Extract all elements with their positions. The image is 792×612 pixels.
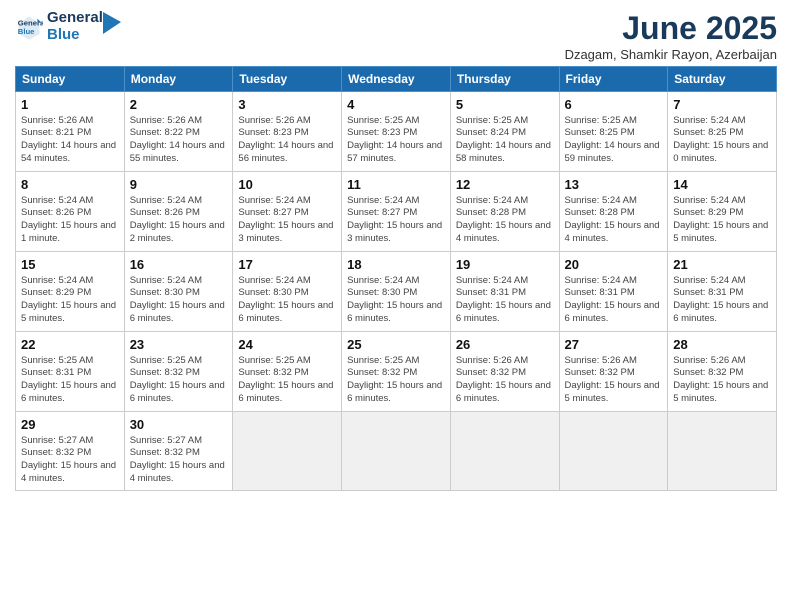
calendar-table: Sunday Monday Tuesday Wednesday Thursday…	[15, 66, 777, 491]
day-1: 1 Sunrise: 5:26 AMSunset: 8:21 PMDayligh…	[16, 92, 125, 172]
table-row: 15 Sunrise: 5:24 AMSunset: 8:29 PMDaylig…	[16, 252, 777, 332]
logo-general: General	[47, 10, 103, 27]
table-row: 22 Sunrise: 5:25 AMSunset: 8:31 PMDaylig…	[16, 332, 777, 412]
day-16: 16 Sunrise: 5:24 AMSunset: 8:30 PMDaylig…	[124, 252, 233, 332]
day-17: 17 Sunrise: 5:24 AMSunset: 8:30 PMDaylig…	[233, 252, 342, 332]
day-22: 22 Sunrise: 5:25 AMSunset: 8:31 PMDaylig…	[16, 332, 125, 412]
day-10: 10 Sunrise: 5:24 AMSunset: 8:27 PMDaylig…	[233, 172, 342, 252]
empty-cell	[668, 412, 777, 491]
empty-cell	[233, 412, 342, 491]
month-title: June 2025	[565, 10, 777, 47]
col-monday: Monday	[124, 67, 233, 92]
empty-cell	[450, 412, 559, 491]
location-subtitle: Dzagam, Shamkir Rayon, Azerbaijan	[565, 47, 777, 62]
day-24: 24 Sunrise: 5:25 AMSunset: 8:32 PMDaylig…	[233, 332, 342, 412]
empty-cell	[559, 412, 668, 491]
day-4: 4 Sunrise: 5:25 AMSunset: 8:23 PMDayligh…	[342, 92, 451, 172]
col-tuesday: Tuesday	[233, 67, 342, 92]
day-14: 14 Sunrise: 5:24 AMSunset: 8:29 PMDaylig…	[668, 172, 777, 252]
svg-text:General: General	[18, 18, 43, 27]
day-7: 7 Sunrise: 5:24 AMSunset: 8:25 PMDayligh…	[668, 92, 777, 172]
empty-cell	[342, 412, 451, 491]
day-8: 8 Sunrise: 5:24 AMSunset: 8:26 PMDayligh…	[16, 172, 125, 252]
col-friday: Friday	[559, 67, 668, 92]
day-21: 21 Sunrise: 5:24 AMSunset: 8:31 PMDaylig…	[668, 252, 777, 332]
svg-text:Blue: Blue	[18, 27, 35, 36]
col-saturday: Saturday	[668, 67, 777, 92]
logo-arrow-icon	[103, 12, 121, 34]
day-23: 23 Sunrise: 5:25 AMSunset: 8:32 PMDaylig…	[124, 332, 233, 412]
day-25: 25 Sunrise: 5:25 AMSunset: 8:32 PMDaylig…	[342, 332, 451, 412]
day-28: 28 Sunrise: 5:26 AMSunset: 8:32 PMDaylig…	[668, 332, 777, 412]
title-block: June 2025 Dzagam, Shamkir Rayon, Azerbai…	[565, 10, 777, 62]
day-13: 13 Sunrise: 5:24 AMSunset: 8:28 PMDaylig…	[559, 172, 668, 252]
day-2: 2 Sunrise: 5:26 AMSunset: 8:22 PMDayligh…	[124, 92, 233, 172]
logo-blue: Blue	[47, 27, 103, 44]
day-30: 30 Sunrise: 5:27 AMSunset: 8:32 PMDaylig…	[124, 412, 233, 491]
day-19: 19 Sunrise: 5:24 AMSunset: 8:31 PMDaylig…	[450, 252, 559, 332]
page-container: General Blue General Blue June 2025 Dzag…	[0, 0, 792, 501]
day-3: 3 Sunrise: 5:26 AMSunset: 8:23 PMDayligh…	[233, 92, 342, 172]
day-12: 12 Sunrise: 5:24 AMSunset: 8:28 PMDaylig…	[450, 172, 559, 252]
day-15: 15 Sunrise: 5:24 AMSunset: 8:29 PMDaylig…	[16, 252, 125, 332]
calendar-header-row: Sunday Monday Tuesday Wednesday Thursday…	[16, 67, 777, 92]
day-29: 29 Sunrise: 5:27 AMSunset: 8:32 PMDaylig…	[16, 412, 125, 491]
table-row: 29 Sunrise: 5:27 AMSunset: 8:32 PMDaylig…	[16, 412, 777, 491]
table-row: 8 Sunrise: 5:24 AMSunset: 8:26 PMDayligh…	[16, 172, 777, 252]
day-11: 11 Sunrise: 5:24 AMSunset: 8:27 PMDaylig…	[342, 172, 451, 252]
logo-icon: General Blue	[15, 13, 43, 41]
day-18: 18 Sunrise: 5:24 AMSunset: 8:30 PMDaylig…	[342, 252, 451, 332]
day-26: 26 Sunrise: 5:26 AMSunset: 8:32 PMDaylig…	[450, 332, 559, 412]
logo: General Blue General Blue	[15, 10, 121, 43]
col-wednesday: Wednesday	[342, 67, 451, 92]
col-thursday: Thursday	[450, 67, 559, 92]
header: General Blue General Blue June 2025 Dzag…	[15, 10, 777, 62]
table-row: 1 Sunrise: 5:26 AMSunset: 8:21 PMDayligh…	[16, 92, 777, 172]
day-9: 9 Sunrise: 5:24 AMSunset: 8:26 PMDayligh…	[124, 172, 233, 252]
day-5: 5 Sunrise: 5:25 AMSunset: 8:24 PMDayligh…	[450, 92, 559, 172]
col-sunday: Sunday	[16, 67, 125, 92]
day-6: 6 Sunrise: 5:25 AMSunset: 8:25 PMDayligh…	[559, 92, 668, 172]
day-27: 27 Sunrise: 5:26 AMSunset: 8:32 PMDaylig…	[559, 332, 668, 412]
day-20: 20 Sunrise: 5:24 AMSunset: 8:31 PMDaylig…	[559, 252, 668, 332]
